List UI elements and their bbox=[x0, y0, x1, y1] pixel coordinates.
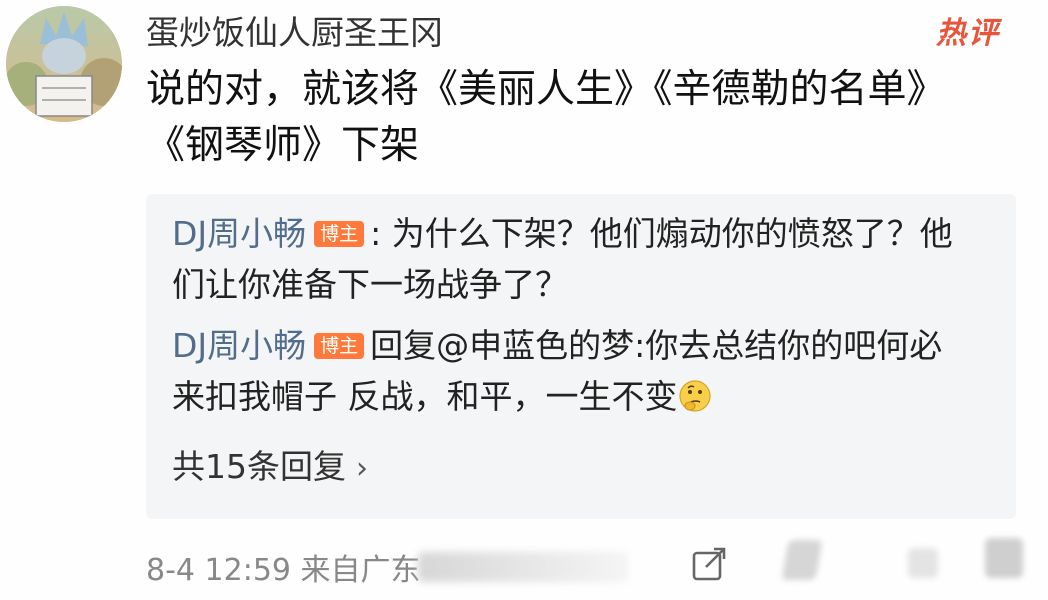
username[interactable]: 蛋炒饭仙人厨圣王冈 bbox=[146, 6, 443, 54]
view-replies-link[interactable]: 共15条回复 › bbox=[172, 440, 368, 488]
reply-author[interactable]: DJ周小畅 bbox=[172, 326, 306, 365]
view-replies-label: 共15条回复 bbox=[172, 447, 346, 486]
comment-text: 说的对，就该将《美丽人生》《辛德勒的名单》《钢琴师》下架 bbox=[146, 67, 946, 168]
reply-author[interactable]: DJ周小畅 bbox=[172, 214, 306, 253]
reply-item[interactable]: DJ周小畅 博主: 为什么下架？他们煽动你的愤怒了？他们让你准备下一场战争了？ bbox=[172, 208, 972, 310]
share-icon[interactable] bbox=[690, 545, 730, 585]
blurred-action-icon[interactable] bbox=[985, 538, 1023, 578]
hot-comment-badge: 热评 bbox=[936, 16, 1000, 51]
blurred-action-icon[interactable] bbox=[908, 548, 938, 578]
reply-box[interactable]: DJ周小畅 博主: 为什么下架？他们煽动你的愤怒了？他们让你准备下一场战争了？ D… bbox=[146, 194, 1016, 519]
comment-card: 蛋炒饭仙人厨圣王冈 热评 说的对，就该将《美丽人生》《辛德勒的名单》《钢琴师》下… bbox=[0, 0, 1048, 600]
blurred-action-icon[interactable] bbox=[781, 540, 823, 580]
avatar-image bbox=[6, 6, 122, 122]
avatar[interactable] bbox=[6, 6, 122, 122]
chevron-right-icon: › bbox=[356, 451, 368, 486]
thinking-face-icon bbox=[678, 376, 712, 412]
blogger-badge: 博主 bbox=[314, 333, 365, 359]
reply-item[interactable]: DJ周小畅 博主 回复@申蓝色的梦:你去总结你的吧何必来扣我帽子 反战，和平，一生不… bbox=[172, 320, 972, 422]
comment-meta: 8-4 12:59 来自广东 bbox=[146, 553, 421, 588]
blogger-badge: 博主 bbox=[314, 221, 365, 247]
blurred-overlay bbox=[418, 552, 628, 582]
